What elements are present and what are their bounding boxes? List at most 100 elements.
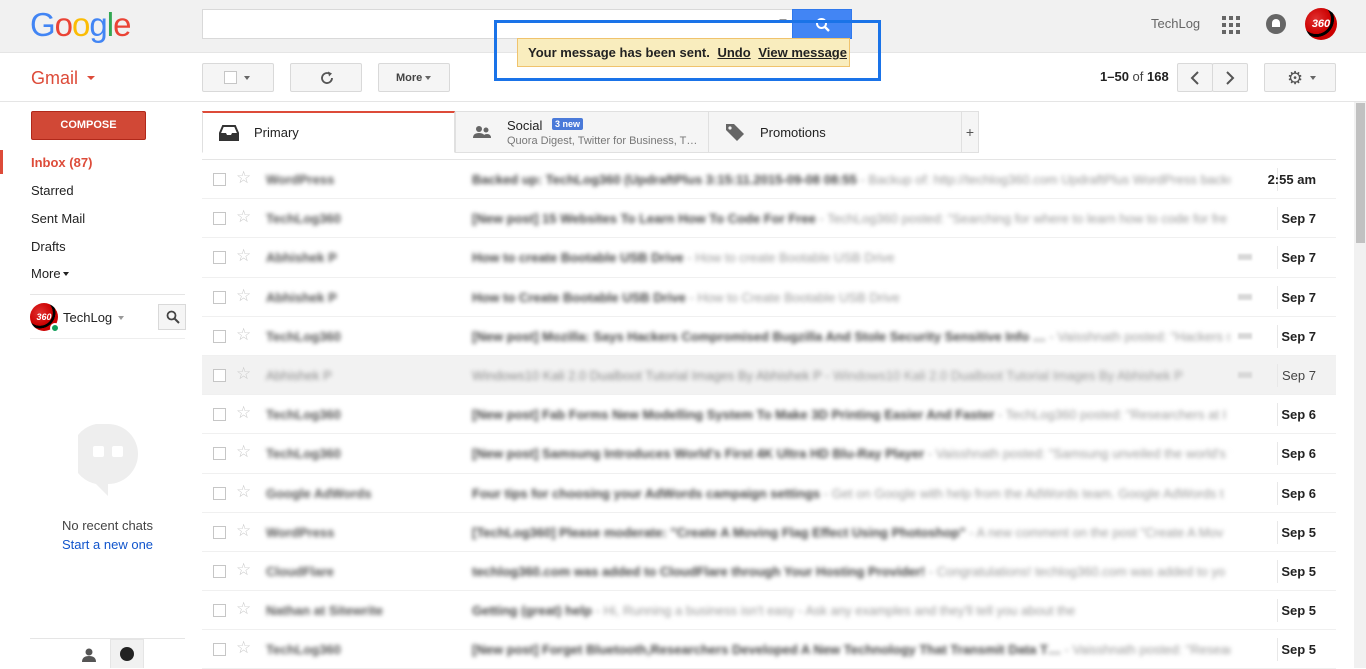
chevron-down-icon[interactable] [118,316,124,320]
more-actions-button[interactable]: More [378,63,450,92]
online-status-icon [50,323,60,333]
gmail-dropdown-caret-icon[interactable] [87,76,95,80]
message-checkbox[interactable] [213,643,226,657]
account-avatar[interactable]: 360 [1305,8,1337,40]
star-icon[interactable]: ☆ [236,483,251,500]
message-row[interactable]: ☆ TechLog360 [New post] Samsung Introduces… [202,434,1336,474]
sidebar-item-starred[interactable]: Starred [31,183,74,198]
undo-link[interactable]: Undo [717,45,750,60]
date-separator [1277,599,1278,623]
message-subject: [New post] Forget Bluetooth,Researchers … [472,642,1061,658]
star-icon[interactable]: ☆ [236,365,251,382]
hangouts-icon [120,647,134,661]
message-date: Sep 7 [1281,328,1316,344]
notifications-bell-icon[interactable] [1266,14,1286,34]
message-row[interactable]: ☆ TechLog360 [New post] 15 Websites To Lea… [202,199,1336,239]
message-sender: TechLog360 [266,407,341,423]
star-icon[interactable]: ☆ [236,404,251,421]
older-page-button[interactable] [1177,63,1213,92]
gmail-app-label[interactable]: Gmail [31,68,78,89]
attachment-icon [1238,371,1252,378]
sidebar-item-inbox[interactable]: Inbox (87) [31,155,92,170]
person-icon[interactable] [81,647,97,663]
message-checkbox[interactable] [213,251,226,265]
message-row[interactable]: ☆ Google AdWords Four tips for choosing yo… [202,473,1336,513]
message-checkbox[interactable] [213,173,226,186]
sent-notification: Your message has been sent. Undo View me… [517,38,850,67]
date-separator [1277,442,1278,466]
message-subject: Windows10 Kali 2.0 Dualboot Tutorial Ima… [472,367,822,383]
message-subject-line: How to create Bootable USB Drive - How t… [472,250,1230,265]
message-subject-line: [New post] Fab Forms New Modelling Syste… [472,407,1230,422]
message-checkbox[interactable] [213,408,226,422]
date-separator [1277,363,1278,387]
message-list: ☆ WordPress Backed up: TechLog360 (Updraft… [202,160,1336,669]
refresh-button[interactable] [290,63,362,92]
tab-promotions[interactable]: Promotions [708,111,962,153]
gear-icon: ⚙ [1287,68,1304,88]
scrollbar[interactable] [1354,102,1366,668]
message-subject-line: How to Create Bootable USB Drive - How t… [472,290,1230,305]
star-icon[interactable]: ☆ [236,208,251,225]
sidebar-item-sent-mail[interactable]: Sent Mail [31,211,85,226]
newer-page-button[interactable] [1212,63,1248,92]
message-row[interactable]: ☆ CloudFlare techlog360.com was added to C… [202,551,1336,592]
chat-user-name[interactable]: TechLog [63,310,112,325]
message-subject: How to Create Bootable USB Drive [472,289,686,305]
scrollbar-thumb[interactable] [1356,103,1365,243]
message-subject: [New post] Fab Forms New Modelling Syste… [472,407,995,423]
star-icon[interactable]: ☆ [236,639,251,656]
message-checkbox[interactable] [213,525,226,539]
message-checkbox[interactable] [213,447,226,461]
message-checkbox[interactable] [213,604,226,618]
star-icon[interactable]: ☆ [236,561,251,578]
tab-social[interactable]: Social 3 new Quora Digest, Twitter for B… [455,111,709,153]
message-sender: CloudFlare [266,563,334,579]
message-row[interactable]: ☆ WordPress [TechLog360] Please moderate: … [202,512,1336,552]
chevron-down-icon[interactable] [63,272,69,276]
message-row[interactable]: ☆ Abhishek P How to Create Bootable USB Dr… [202,277,1336,317]
message-checkbox[interactable] [213,290,226,304]
tab-primary[interactable]: Primary [202,111,455,153]
message-checkbox[interactable] [213,564,226,578]
chat-search-button[interactable] [158,304,186,330]
star-icon[interactable]: ☆ [236,443,251,460]
message-checkbox[interactable] [213,486,226,500]
hangouts-tab[interactable] [110,639,144,668]
google-logo[interactable]: Google [30,6,131,44]
message-checkbox[interactable] [213,368,226,382]
message-row[interactable]: ☆ Abhishek P Windows10 Kali 2.0 Dualboot T… [202,355,1336,396]
apps-grid-icon[interactable] [1222,16,1240,34]
star-icon[interactable]: ☆ [236,287,251,304]
select-all-button[interactable] [202,63,274,92]
star-icon[interactable]: ☆ [236,522,251,539]
star-icon[interactable]: ☆ [236,600,251,617]
sidebar-item-more[interactable]: More [31,266,61,281]
message-subject-line: [New post] Samsung Introduces World's Fi… [472,446,1230,461]
message-subject: Getting (great) help [472,603,592,619]
add-tab-button[interactable]: + [961,111,979,153]
star-icon[interactable]: ☆ [236,169,251,186]
star-icon[interactable]: ☆ [236,247,251,264]
message-row[interactable]: ☆ Abhishek P How to create Bootable USB Dr… [202,238,1336,278]
attachment-icon [1238,332,1252,339]
account-name[interactable]: TechLog [1151,16,1200,31]
message-sender: TechLog360 [266,642,341,658]
message-row[interactable]: ☆ WordPress Backed up: TechLog360 (Updraft… [202,160,1336,200]
compose-button[interactable]: COMPOSE [31,111,146,140]
message-row[interactable]: ☆ TechLog360 [New post] Forget Bluetooth,R… [202,630,1336,669]
start-new-chat-link[interactable]: Start a new one [30,537,185,552]
sidebar-item-drafts[interactable]: Drafts [31,239,66,254]
message-row[interactable]: ☆ TechLog360 [New post] Mozilla: Says Hack… [202,316,1336,356]
star-icon[interactable]: ☆ [236,326,251,343]
view-message-link[interactable]: View message [758,45,847,60]
message-checkbox[interactable] [213,329,226,343]
date-separator [1277,638,1278,662]
settings-button[interactable]: ⚙ [1264,63,1336,92]
message-row[interactable]: ☆ Nathan at Sitewrite Getting (great) help… [202,591,1336,631]
message-checkbox[interactable] [213,212,226,226]
select-all-checkbox[interactable] [224,71,237,84]
message-snippet: - Backup of: http://techlog360.com Updra… [860,172,1230,187]
message-row[interactable]: ☆ TechLog360 [New post] Fab Forms New Mode… [202,395,1336,435]
message-subject-line: Backed up: TechLog360 (UpdraftPlus 3:15:… [472,172,1230,187]
